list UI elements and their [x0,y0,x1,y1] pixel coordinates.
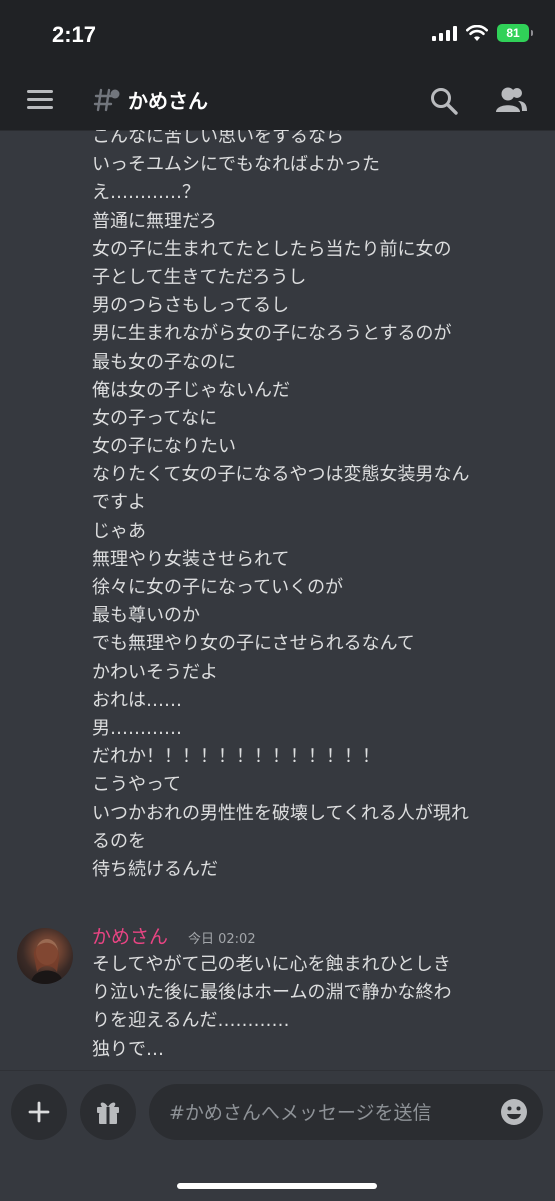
status-bar: 2:17 81 [0,0,555,72]
message-input[interactable] [167,1084,491,1142]
message-line: いっそユムシにでもなればよかった [92,154,380,176]
gift-button[interactable] [80,1084,136,1140]
message-line: 普通に無理だろ [92,210,217,232]
message-timestamp: 今日 02:02 [188,932,256,947]
plus-icon [28,1101,50,1123]
message-composer [0,1070,555,1201]
battery-icon: 81 [497,24,533,42]
message-line: 最も尊いのか [92,605,200,627]
username[interactable]: かめさん [92,922,168,949]
avatar-photo-icon [31,939,63,984]
wifi-icon [466,24,488,41]
message-line: 俺は女の子じゃないんだ [92,379,290,401]
avatar[interactable] [17,928,73,984]
message-line: 男のつらさもしってるし [92,295,290,317]
message-content: そしてやがて己の老いに心を蝕まれひとしき り泣いた後に最後はホームの淵で静かな終… [92,952,532,1065]
message-line: 男に生まれながら女の子になろうとするのが [92,323,452,345]
message-line: え…………？ [92,182,200,204]
message-line: じゃあ [92,520,146,542]
message-line: り泣いた後に最後はホームの淵で静かな終わ [92,982,452,1004]
status-time: 2:17 [52,22,97,47]
search-icon[interactable] [429,86,459,116]
message-line: こうやって [92,774,182,796]
message-line: そしてやがて己の老いに心を蝕まれひとしき [92,954,451,975]
message-line: かわいそうだよ [92,661,218,683]
message-line: りを迎えるんだ………… [92,1010,290,1032]
message-line: なりたくて女の子になるやつは変態女装男なん [92,464,470,486]
message-line: 子として生きてただろうし [92,266,307,288]
message-line: 女の子になりたい [92,436,236,458]
message-line: るのを [92,830,146,852]
cellular-signal-icon [432,25,457,41]
channel-title: かめさん [128,89,208,113]
channel-header: かめさん [0,72,555,131]
members-icon[interactable] [494,84,528,116]
home-indicator [177,1183,377,1189]
continuation-messages: こんなに苦しい思いをするなら いっそユムシにでもなればよかった え…………？ 普… [92,130,532,885]
status-icons: 81 [432,24,533,42]
message-list[interactable]: こんなに苦しい思いをするなら いっそユムシにでもなればよかった え…………？ 普… [0,130,555,1070]
battery-level: 81 [506,26,520,40]
message-line: 男………… [92,717,182,739]
message-line: ですよ [92,492,146,514]
emoji-icon[interactable] [499,1097,529,1127]
text-channel-icon [93,88,120,112]
message-line: おれは…… [92,689,182,711]
add-attachment-button[interactable] [11,1084,67,1140]
message-line: こんなに苦しい思いをするなら [92,130,344,147]
gift-icon [97,1102,119,1124]
message-line: だれか！！！！！！！！！！！！！ [92,746,380,768]
message-input-container[interactable] [149,1084,543,1142]
message-line: 独りで… [92,1038,164,1060]
message-line: 待ち続けるんだ [92,858,218,880]
menu-icon[interactable] [27,88,53,110]
message-line: いつかおれの男性性を破壊してくれる人が現れ [92,802,469,824]
message-line: 最も女の子なのに [92,351,236,373]
message-line: 女の子ってなに [92,407,218,429]
message-line: 無理やり女装させられて [92,548,290,570]
message-line: でも無理やり女の子にさせられるなんて [92,633,415,655]
message-line: 女の子に生まれてたとしたら当たり前に女の [92,238,452,260]
message-line: 徐々に女の子になっていくのが [92,577,344,598]
